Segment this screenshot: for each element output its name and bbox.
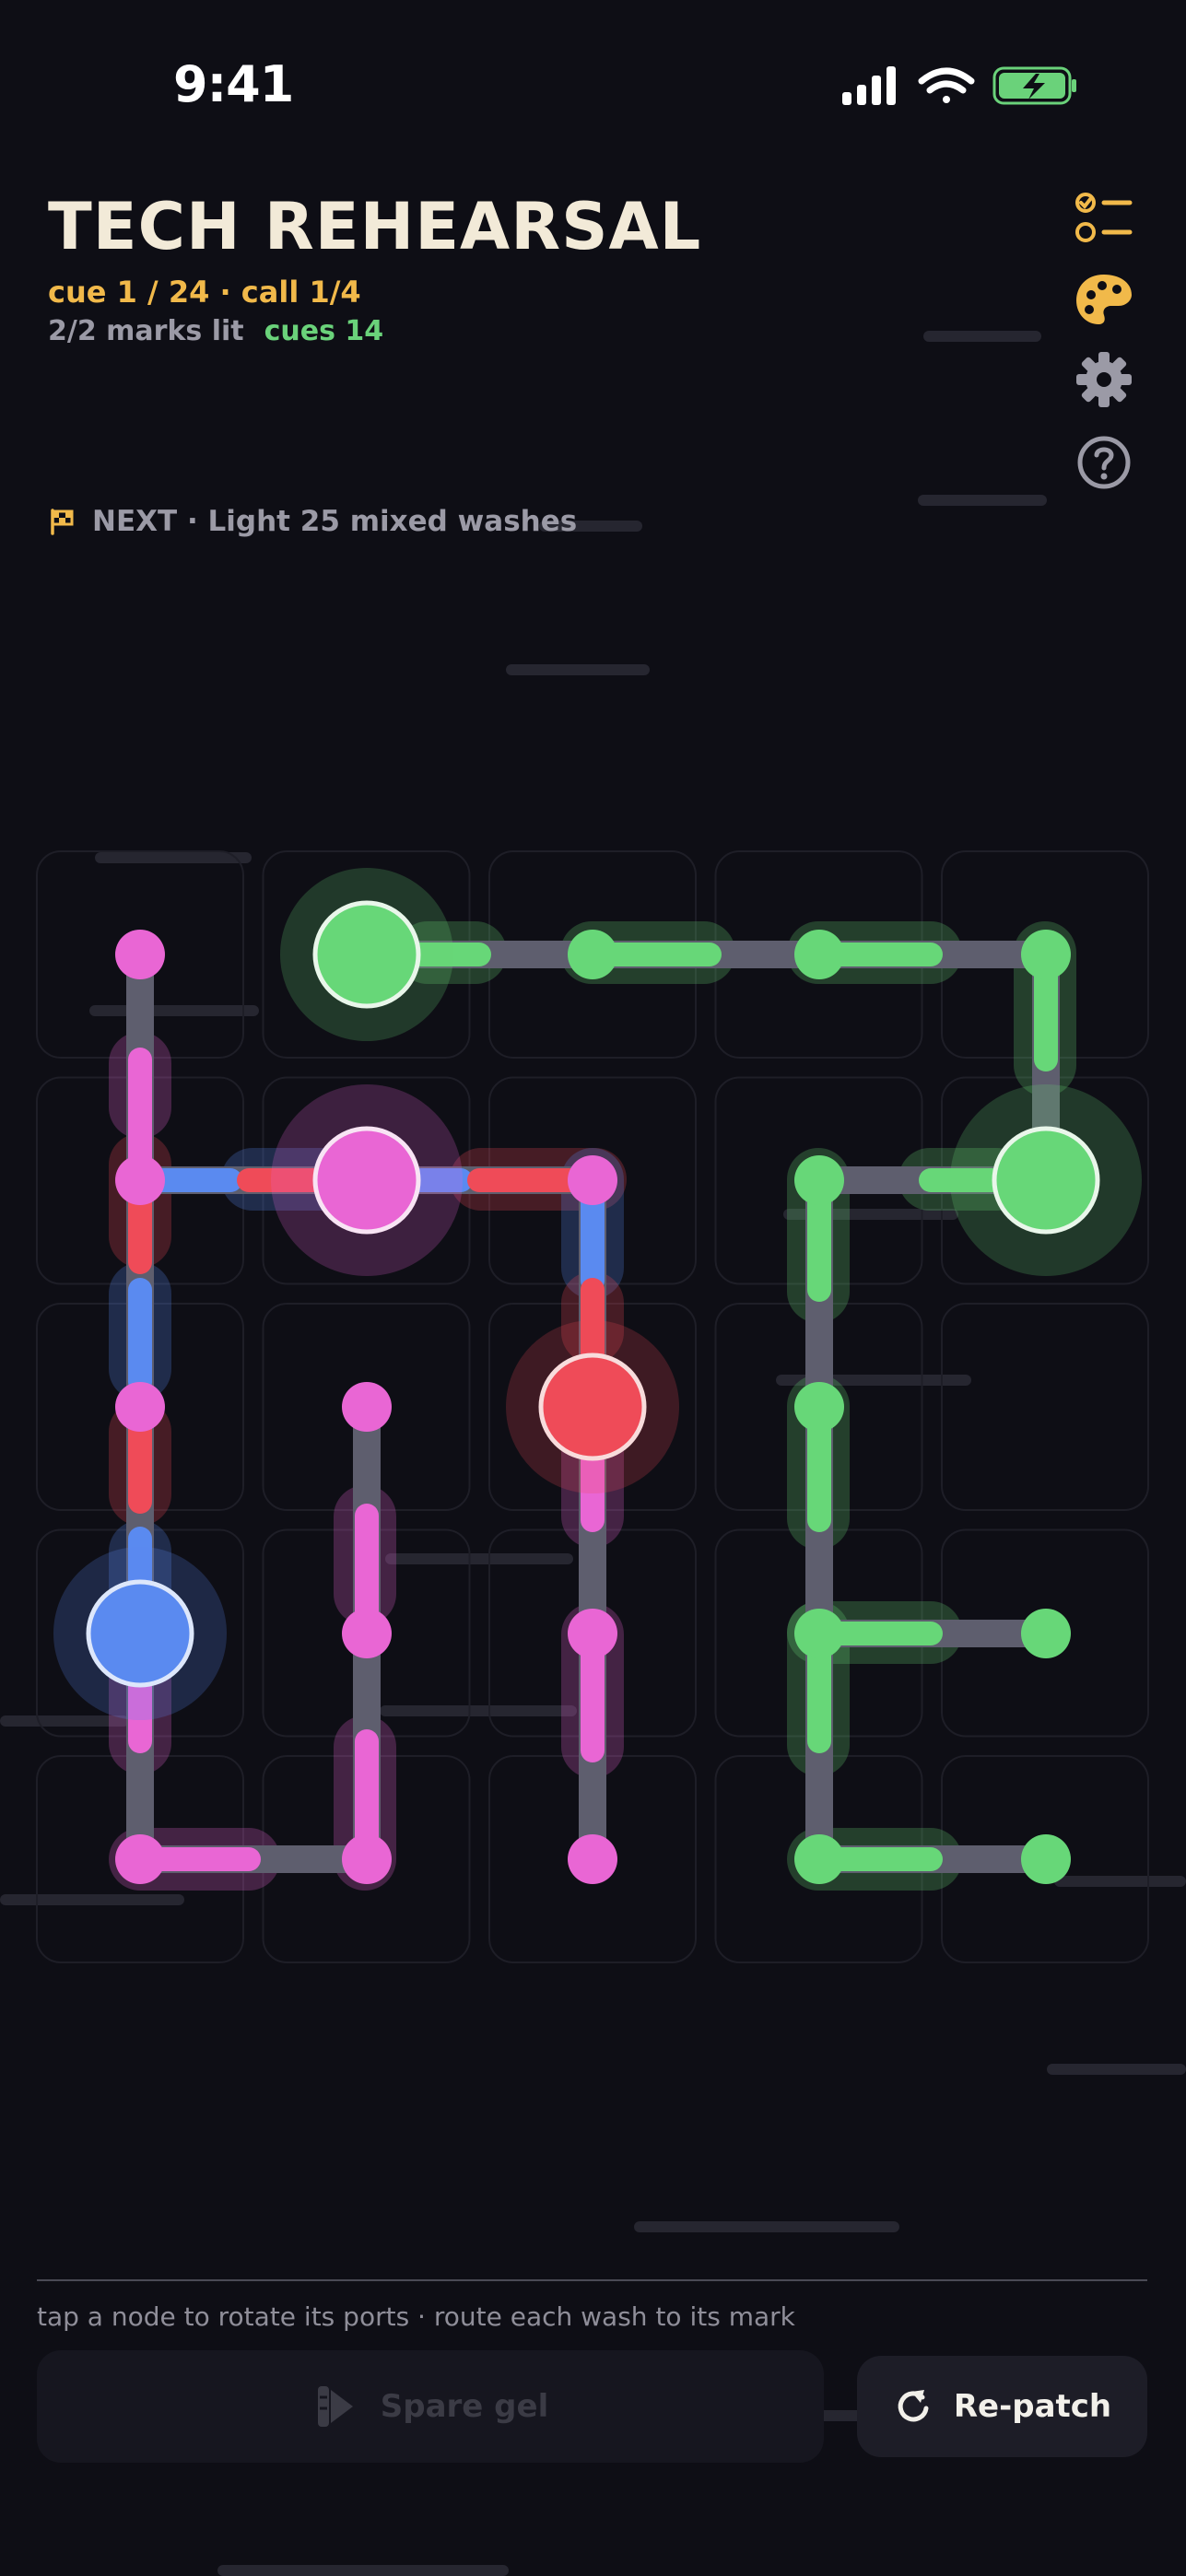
node-pink xyxy=(342,1609,392,1658)
puzzle-board xyxy=(36,850,1149,1963)
footer-divider xyxy=(37,2279,1147,2281)
gel-icon xyxy=(317,2386,353,2427)
source-node-pink xyxy=(312,1126,421,1235)
node-pink xyxy=(342,1382,392,1432)
node-pink xyxy=(115,1382,165,1432)
node-green xyxy=(794,1382,844,1432)
spare-gel-button[interactable]: Spare gel xyxy=(37,2350,824,2463)
re-patch-label: Re-patch xyxy=(953,2388,1112,2425)
node-pink xyxy=(115,1834,165,1884)
source-node-blue xyxy=(86,1579,194,1688)
spare-gel-label: Spare gel xyxy=(380,2388,549,2425)
node-green xyxy=(1021,1834,1071,1884)
hint-text: tap a node to rotate its ports · route e… xyxy=(37,2301,795,2332)
re-patch-button[interactable]: Re-patch xyxy=(857,2356,1147,2457)
source-node-red xyxy=(538,1352,647,1461)
node-green xyxy=(794,930,844,979)
node-green xyxy=(794,1155,844,1205)
node-pink xyxy=(568,1155,617,1205)
node-green xyxy=(794,1834,844,1884)
node-pink xyxy=(115,1155,165,1205)
refresh-icon xyxy=(898,2390,929,2422)
node-green xyxy=(1021,930,1071,979)
source-node-green xyxy=(992,1126,1100,1235)
node-pink xyxy=(342,1834,392,1884)
node-pink xyxy=(115,930,165,979)
node-green xyxy=(794,1609,844,1658)
node-pink xyxy=(568,1834,617,1884)
source-node-green xyxy=(312,900,421,1009)
node-green xyxy=(1021,1609,1071,1658)
node-pink xyxy=(568,1609,617,1658)
board-cell[interactable] xyxy=(941,1303,1149,1511)
node-green xyxy=(568,930,617,979)
